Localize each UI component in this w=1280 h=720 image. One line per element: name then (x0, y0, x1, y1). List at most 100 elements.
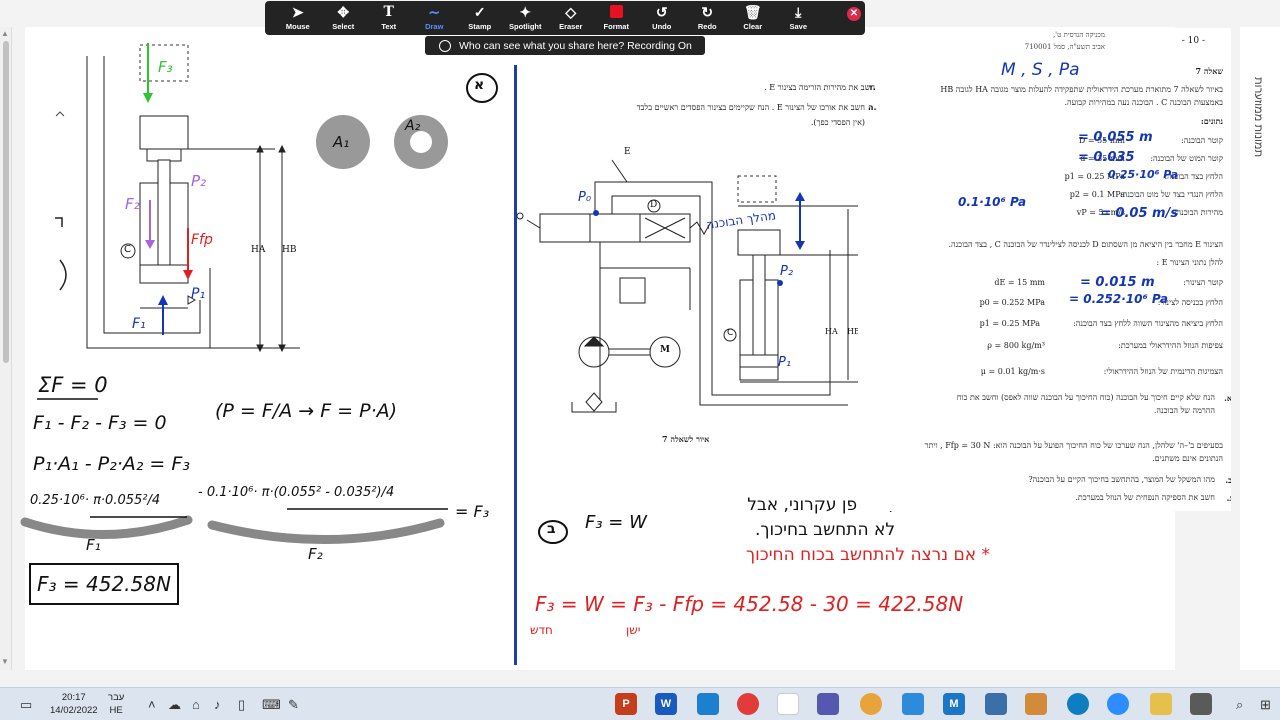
start-icon[interactable]: ⊞ (1260, 697, 1271, 713)
answer-f3: F₃ = 452.58N (37, 572, 171, 596)
label-a2: A₂ (405, 118, 421, 134)
lang-bottom: HE (109, 705, 123, 716)
intro-line-2: באמצעות הבוכנה C . הבוכנה נעה במהירות קב… (1064, 98, 1224, 107)
tool-eraser[interactable]: ◇ Eraser (548, 1, 594, 35)
sum-forces: ΣF = 0 (38, 373, 108, 397)
folder-icon[interactable] (1150, 693, 1172, 715)
paint3d-icon[interactable] (1025, 693, 1047, 715)
pipe-line: הצינור E מחבר בין היציאה מן השסתום D לכנ… (948, 240, 1223, 249)
notification-icon[interactable]: ▭ (20, 697, 32, 713)
tool-mouse[interactable]: ➤ Mouse (275, 1, 321, 35)
volume-icon[interactable]: ♪ (214, 697, 221, 712)
recorder-icon[interactable] (737, 693, 759, 715)
label-ffp-red: Ffp (191, 232, 213, 248)
lang-top: עבר (108, 692, 125, 703)
label-ha-left: HA (251, 245, 266, 255)
eq-equals-f3: = F₃ (455, 502, 490, 521)
label-new: חדש (530, 623, 553, 637)
word-icon[interactable]: W (655, 693, 677, 715)
eq-pa: P₁·A₁ - P₂·A₂ = F₃ (33, 453, 190, 475)
tool-clear[interactable]: 🗑 Clear (730, 1, 776, 35)
circle-b-letter: ב (547, 521, 556, 537)
circle-a-letter: א (474, 77, 485, 93)
eq-f1-term: 0.25·10⁶· π·0.055²/4 (30, 493, 161, 508)
units-note: M , S , Pa (1001, 60, 1080, 80)
fig-label-d: D (650, 200, 658, 210)
label-p0: P₀ (578, 190, 592, 205)
clock[interactable]: 20:17 14/02/2022 (50, 691, 98, 717)
label-p2-fig: P₂ (780, 264, 794, 279)
battery-icon[interactable]: ▯ (238, 697, 245, 713)
tool-draw[interactable]: ∼ Draw (412, 1, 458, 35)
undo-icon: ↺ (655, 4, 668, 20)
given-dd-label: קוטר המוט של הבוכנה: (1150, 154, 1223, 163)
given-p2-label: הלחץ הנגדי בצד של מוט הבוכנה: (1120, 190, 1223, 199)
q-e-letter: ה. (868, 103, 877, 112)
label-hb-left: HB (282, 245, 297, 255)
photos-icon[interactable] (697, 693, 719, 715)
final-equation: F₃ = W = F₃ - Ffp = 452.58 - 30 = 422.58… (535, 592, 964, 616)
pipe-de-label: קוטר הצינור: (1183, 278, 1223, 287)
chrome-icon[interactable] (860, 693, 882, 715)
fig-label-ha: HA (825, 327, 838, 336)
doc-page-number: - 10 - (1181, 36, 1205, 46)
eq-f3-w: F₃ = W (585, 512, 647, 533)
label-f1-under: F₁ (86, 536, 101, 554)
keyboard-icon[interactable]: ⌨ (262, 697, 281, 713)
q-e-text: חשב את אורכו של הצינור E . הנח שקיימים ב… (636, 103, 865, 112)
tool-text[interactable]: T Text (366, 1, 412, 35)
pipe-data-label: להלן נתוני הצינור E : (1156, 258, 1223, 267)
zoom-icon[interactable] (1107, 693, 1129, 715)
right-scrollbar[interactable] (1231, 27, 1240, 670)
label-p1-blue: P₁ (191, 286, 206, 302)
math-icon[interactable]: M (943, 693, 965, 715)
tool-redo[interactable]: ↻ Redo (685, 1, 731, 35)
language-indicator[interactable]: עבר HE (108, 691, 124, 717)
tool-format[interactable]: Format (594, 1, 640, 35)
eq-f2-term: - 0.1·10⁶· π·(0.055² - 0.035²)/4 (198, 485, 395, 500)
snip-icon[interactable] (985, 693, 1007, 715)
note-line-1: בסעיפים ב'–ה' שלהלן, הנח שערכו של כוח הח… (924, 441, 1223, 450)
label-c-left: C (124, 244, 131, 255)
hw-dd-value: = 0.035 (1078, 150, 1135, 165)
highlight-f1 (20, 515, 193, 539)
powerpoint-icon[interactable]: P (615, 693, 637, 715)
spotlight-icon: ✦ (519, 4, 532, 20)
exam-document: מכניקה הנדסית ט', אביב תשע"ה, סמל 710001… (858, 28, 1235, 511)
given-d-label: קוטר הבוכנה: (1181, 136, 1223, 145)
tool-save[interactable]: ⤓ Save (776, 1, 822, 35)
label-a1: A₁ (333, 133, 350, 151)
network-icon[interactable]: ⌂ (192, 697, 200, 712)
onedrive-icon[interactable]: ☁ (168, 697, 181, 713)
teams-icon[interactable] (817, 693, 839, 715)
pipe-mu-value: μ = 0.01 kg/m·s (980, 367, 1045, 376)
pen-icon: ∼ (428, 4, 441, 20)
pipe-p1-value: p1 = 0.25 MPa (979, 319, 1040, 328)
pipe-rho-value: ρ = 800 kg/m³ (987, 341, 1045, 350)
tool-spotlight[interactable]: ✦ Spotlight (503, 1, 549, 35)
edge-icon[interactable] (1067, 693, 1089, 715)
chevron-up-icon[interactable]: ˄ (148, 697, 156, 712)
eraser-icon: ◇ (565, 4, 577, 20)
q-b-text: מהו המשקל של המוצר, בהתחשב בחיכוך הקיים … (1028, 475, 1215, 484)
hw-d-value: = 0.055 m (1078, 130, 1153, 145)
share-notice-bar[interactable]: Who can see what you share here? Recordi… (425, 36, 705, 55)
eq-pressure: (P = F/A → F = P·A) (215, 400, 398, 422)
tool-undo[interactable]: ↺ Undo (639, 1, 685, 35)
eq-forces: F₁ - F₂ - F₃ = 0 (33, 412, 167, 434)
pen-tray-icon[interactable]: ✎ (288, 697, 299, 713)
taskbar: ▭ 20:17 14/02/2022 עבר HE ˄ ☁ ⌂ ♪ ▯ ⌨ ✎ … (0, 687, 1280, 720)
move-icon: ✥ (337, 4, 350, 20)
label-f2-under: F₂ (308, 545, 323, 563)
globe-icon (439, 39, 451, 52)
tool-select[interactable]: ✥ Select (321, 1, 367, 35)
store-icon[interactable] (1190, 693, 1212, 715)
fig-label-m: M (660, 345, 670, 355)
clock-time: 20:17 (61, 692, 86, 703)
search-icon[interactable]: ⌕ (1236, 697, 1243, 713)
gallery-icon[interactable] (902, 693, 924, 715)
paint-icon[interactable] (777, 693, 799, 715)
close-toolbar-button[interactable]: ✕ (847, 7, 861, 21)
tool-stamp[interactable]: ✓ Stamp (457, 1, 503, 35)
figure-caption: איור לשאלה 7 (662, 434, 710, 444)
